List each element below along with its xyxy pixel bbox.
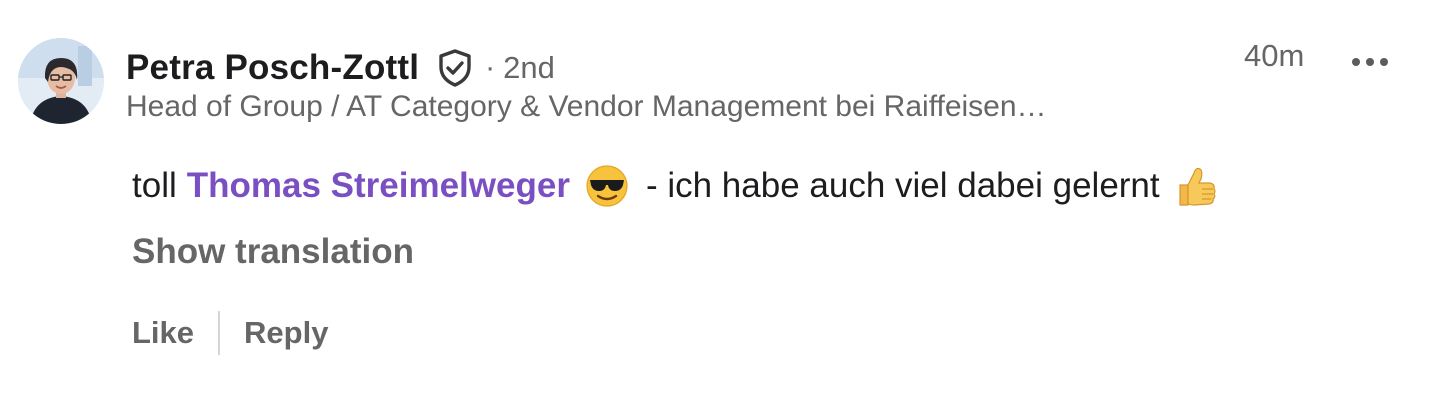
shield-check-icon bbox=[435, 48, 475, 88]
connection-degree: 2nd bbox=[503, 50, 555, 85]
more-horizontal-icon bbox=[1352, 58, 1388, 66]
show-translation-button[interactable]: Show translation bbox=[132, 232, 414, 272]
comment-card: Petra Posch-Zottl · 2nd 40m Head of Grou… bbox=[0, 0, 1440, 401]
comment-text-start: toll bbox=[132, 166, 177, 205]
thumbs-up-emoji-icon bbox=[1172, 163, 1218, 209]
author-headline: Head of Group / AT Category & Vendor Man… bbox=[126, 90, 1047, 123]
author-name[interactable]: Petra Posch-Zottl bbox=[126, 48, 419, 88]
like-button[interactable]: Like bbox=[132, 315, 194, 351]
action-divider bbox=[218, 311, 221, 355]
reply-button[interactable]: Reply bbox=[244, 315, 328, 351]
comment-text-end: - ich habe auch viel dabei gelernt bbox=[645, 166, 1160, 205]
comment-header: Petra Posch-Zottl · 2nd bbox=[126, 40, 555, 96]
mention-link[interactable]: Thomas Streimelweger bbox=[187, 166, 570, 206]
comment-timestamp: 40m bbox=[1244, 38, 1305, 73]
connection-separator: · bbox=[485, 51, 496, 84]
comment-body: toll Thomas Streimelweger - ich habe auc… bbox=[132, 158, 1218, 214]
comment-actions: Like Reply bbox=[132, 310, 328, 356]
avatar[interactable] bbox=[18, 38, 104, 124]
sunglasses-emoji-icon bbox=[584, 163, 630, 209]
more-options-button[interactable] bbox=[1346, 42, 1398, 78]
